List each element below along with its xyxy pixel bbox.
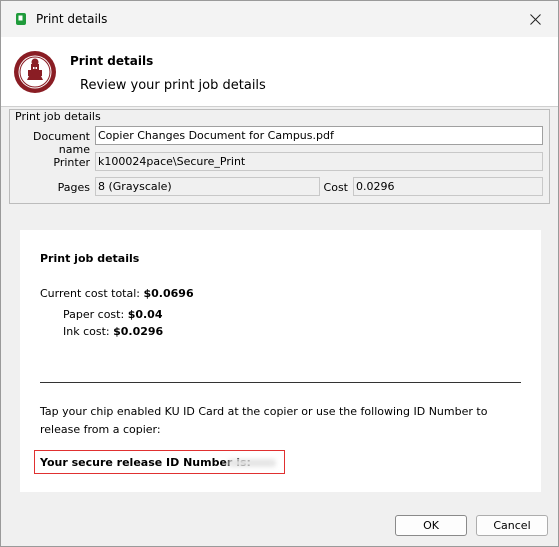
total-cost-label: Current cost total: [40, 287, 144, 300]
printer-field[interactable]: k100024pace\Secure_Print [95, 152, 543, 171]
header-title: Print details [70, 54, 154, 68]
app-badge-icon [16, 13, 26, 25]
university-seal-icon [14, 51, 56, 93]
ink-cost-label: Ink cost: [63, 325, 114, 338]
summary-divider [40, 382, 521, 383]
printer-label: Printer [53, 156, 90, 169]
release-id-label: Your secure release ID Number is: [40, 456, 251, 469]
document-name-field[interactable]: Copier Changes Document for Campus.pdf [95, 126, 543, 145]
group-legend: Print job details [14, 110, 102, 123]
paper-cost-label: Paper cost: [63, 308, 128, 321]
close-icon [529, 13, 541, 25]
pages-label: Pages [57, 181, 90, 194]
release-id-highlight: Your secure release ID Number is: [34, 450, 285, 474]
release-instructions: Tap your chip enabled KU ID Card at the … [40, 405, 488, 436]
dialog-header: Print details Review your print job deta… [1, 37, 558, 107]
cancel-button[interactable]: Cancel [476, 515, 548, 536]
document-name-label: Document name [33, 130, 90, 156]
close-button[interactable] [512, 1, 558, 37]
total-cost-value: $0.0696 [143, 287, 194, 300]
job-summary-panel: Print job details Current cost total: $0… [20, 230, 541, 492]
header-divider [1, 106, 558, 107]
total-cost-line: Current cost total: $0.0696 [40, 287, 194, 300]
summary-title: Print job details [40, 252, 140, 265]
paper-cost-value: $0.04 [127, 308, 163, 321]
header-subtitle: Review your print job details [80, 78, 266, 93]
ink-cost-value: $0.0296 [113, 325, 164, 338]
pages-field[interactable]: 8 (Grayscale) [95, 177, 320, 196]
cost-label: Cost [323, 181, 348, 194]
cost-field[interactable]: 0.0296 [353, 177, 543, 196]
window-title: Print details [36, 12, 108, 26]
ink-cost-line: Ink cost: $0.0296 [63, 325, 163, 338]
redacted-id-number [228, 459, 276, 467]
paper-cost-line: Paper cost: $0.04 [63, 308, 162, 321]
print-details-dialog: Print details Print details Review your … [0, 0, 559, 547]
ok-button[interactable]: OK [395, 515, 467, 536]
title-bar: Print details [1, 1, 558, 37]
